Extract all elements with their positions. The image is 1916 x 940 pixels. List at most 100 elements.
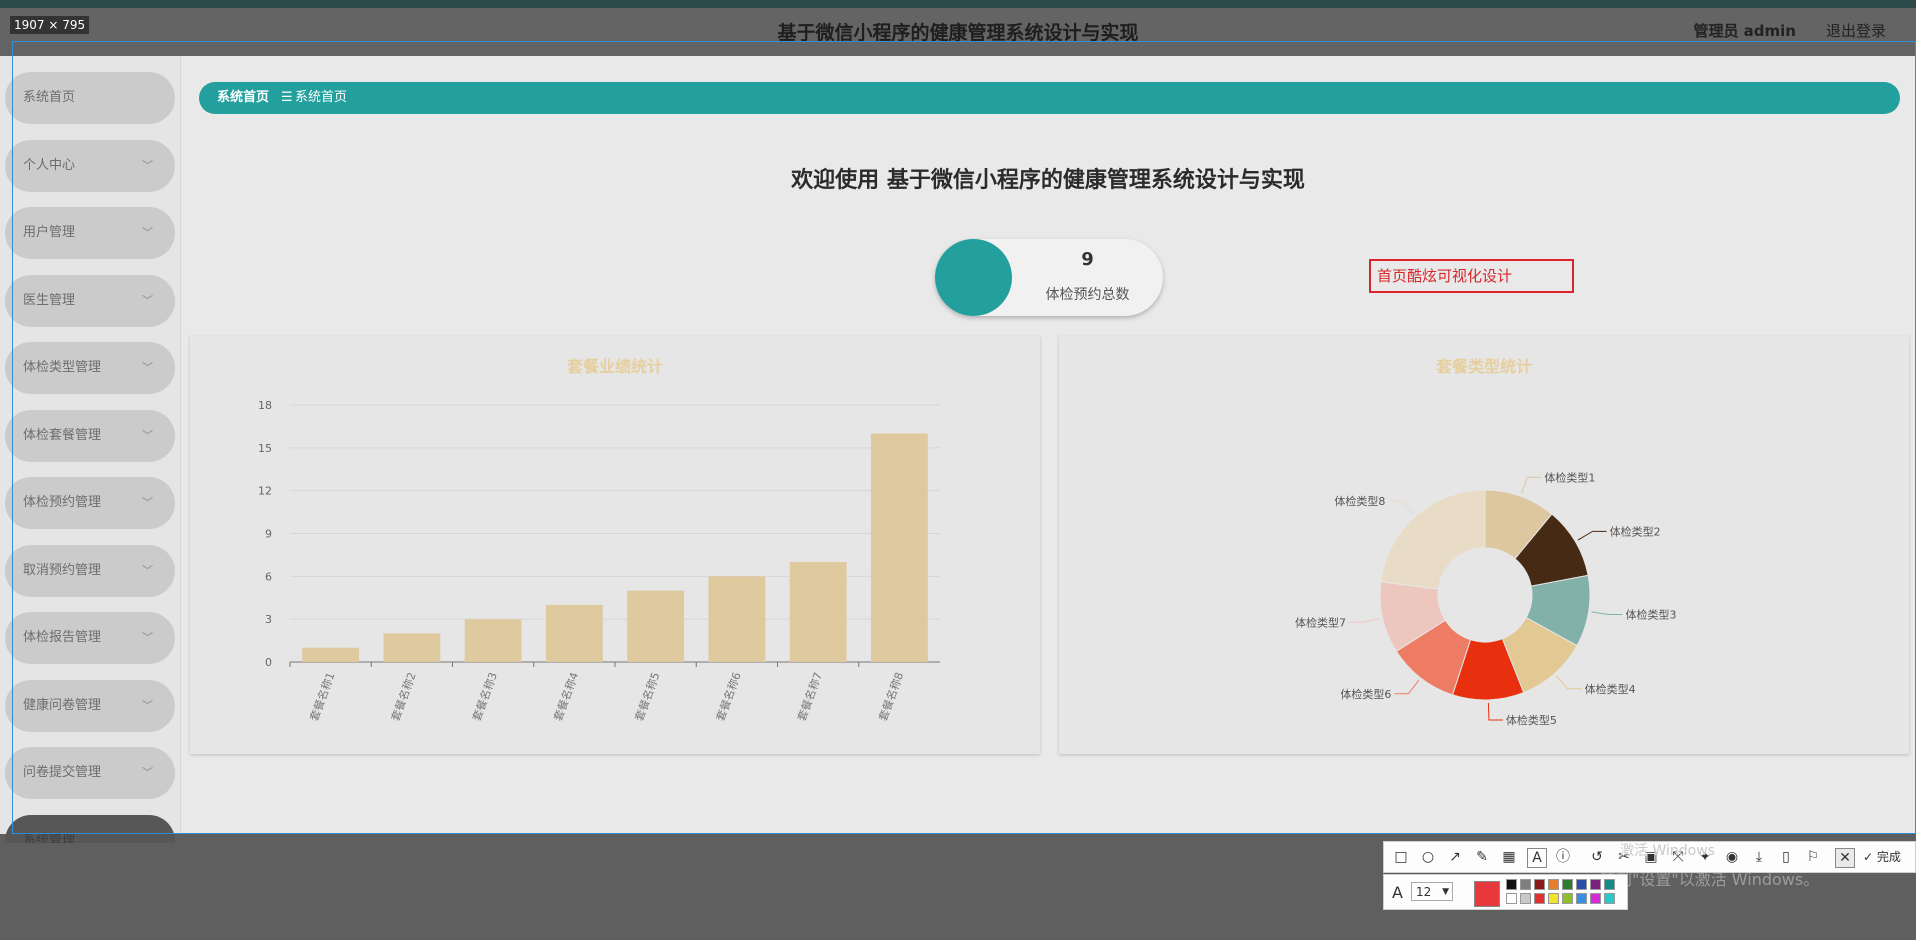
- palette-swatch[interactable]: [1576, 879, 1587, 890]
- palette-swatch[interactable]: [1562, 879, 1573, 890]
- x-tick-label: 套餐名称4: [551, 670, 582, 723]
- save-icon[interactable]: ⤓: [1750, 848, 1768, 866]
- pie-chart: 体检类型1 体检类型2 体检类型3 体检类型4 体检类型5 体检类型6 体检类型7 体检类型8: [1295, 470, 1676, 727]
- bar-2: [383, 633, 441, 662]
- x-tick-label: 套餐名称3: [469, 670, 500, 723]
- sidebar-item-2[interactable]: 用户管理 ﹀: [5, 207, 175, 259]
- sidebar-item-3[interactable]: 医生管理 ﹀: [5, 274, 175, 327]
- chevron-down-icon: ﹀: [142, 226, 153, 239]
- y-tick-label: 18: [258, 399, 272, 412]
- y-tick-label: 15: [258, 442, 272, 455]
- font-size-select[interactable]: 12 ▼: [1411, 882, 1453, 901]
- text-options-toolbar: A 12 ▼: [1383, 874, 1628, 910]
- sidebar-item-6[interactable]: 体检预约管理 ﹀: [5, 477, 175, 529]
- font-icon: A: [1392, 883, 1403, 902]
- annotation-box: 首页酷炫可视化设计: [1369, 259, 1574, 293]
- breadcrumb-home[interactable]: 系统首页: [217, 82, 269, 114]
- y-tick-label: 3: [265, 613, 272, 626]
- x-tick-label: 套餐名称5: [632, 670, 663, 723]
- logout-link[interactable]: 退出登录: [1826, 20, 1886, 41]
- palette-swatch[interactable]: [1520, 879, 1531, 890]
- chevron-down-icon: ▼: [1442, 887, 1449, 897]
- pen-tool-icon[interactable]: ✎: [1473, 848, 1491, 866]
- palette-swatch[interactable]: [1604, 879, 1615, 890]
- sidebar-item-5[interactable]: 体检套餐管理 ﹀: [5, 409, 175, 462]
- palette-swatch[interactable]: [1604, 893, 1615, 904]
- palette-swatch[interactable]: [1548, 893, 1559, 904]
- app-title: 基于微信小程序的健康管理系统设计与实现: [777, 22, 1139, 44]
- rectangle-tool-icon[interactable]: □: [1392, 848, 1410, 866]
- palette-swatch[interactable]: [1590, 893, 1601, 904]
- pie-label-line: [1487, 702, 1503, 721]
- font-size-value: 12: [1416, 885, 1432, 899]
- breadcrumb-current[interactable]: 系统首页: [295, 82, 347, 114]
- pie-slice-8: [1380, 489, 1486, 590]
- bar-7: [789, 562, 847, 662]
- sidebar-item-label: 医生管理: [23, 292, 76, 308]
- sidebar-item-10[interactable]: 问卷提交管理 ﹀: [5, 747, 175, 799]
- undo-icon[interactable]: ↺: [1588, 848, 1606, 866]
- chevron-down-icon: ﹀: [142, 698, 153, 712]
- bar-chart-panel: 套餐业绩统计 0 3 6 9 12 15 18 套餐名称1 套餐名称2 套餐名称3 套餐名称4 套餐名…: [190, 336, 1040, 754]
- phone-icon[interactable]: ▯: [1777, 848, 1795, 866]
- sidebar-item-label: 问卷提交管理: [23, 765, 102, 780]
- palette-swatch[interactable]: [1562, 893, 1573, 904]
- bookmark-icon[interactable]: ⚐: [1804, 848, 1822, 866]
- number-tool-icon[interactable]: ⓘ: [1554, 848, 1572, 866]
- palette-swatch[interactable]: [1534, 879, 1545, 890]
- stat-card: 9 体检预约总数: [935, 239, 1163, 316]
- pie-label-line: [1556, 675, 1582, 690]
- bar-4: [545, 604, 603, 662]
- mosaic-tool-icon[interactable]: ▦: [1500, 848, 1518, 866]
- chevron-down-icon: ﹀: [142, 631, 153, 644]
- close-icon[interactable]: ✕: [1835, 848, 1855, 868]
- sidebar-item-1[interactable]: 个人中心 ﹀: [5, 139, 175, 192]
- pie-label: 体检类型4: [1585, 682, 1636, 696]
- chevron-down-icon: ﹀: [142, 293, 153, 307]
- pie-label-line: [1349, 618, 1380, 623]
- sidebar-item-label: 个人中心: [23, 157, 76, 173]
- current-user: 管理员 admin: [1693, 22, 1796, 40]
- sidebar-item-label: 健康问卷管理: [23, 697, 102, 713]
- pie-chart-panel: 套餐类型统计 体检类型1 体检类型2 体检类型3 体检类型4 体检类型5 体检类型6 体检类…: [1059, 336, 1909, 754]
- palette-swatch[interactable]: [1590, 879, 1601, 890]
- sidebar-item-system: 系统管理: [5, 815, 175, 843]
- chevron-down-icon: ﹀: [142, 158, 153, 172]
- x-tick-label: 套餐名称7: [794, 670, 825, 723]
- done-button[interactable]: ✓ 完成: [1863, 848, 1901, 865]
- text-tool-icon[interactable]: A: [1527, 848, 1547, 868]
- bar-5: [627, 590, 685, 662]
- selected-color-swatch[interactable]: [1474, 881, 1500, 907]
- pie-label-line: [1591, 611, 1623, 616]
- palette-swatch[interactable]: [1576, 893, 1587, 904]
- palette-swatch[interactable]: [1520, 893, 1531, 904]
- palette-swatch[interactable]: [1548, 879, 1559, 890]
- done-label: 完成: [1876, 850, 1901, 864]
- bar-1: [302, 647, 360, 662]
- arrow-tool-icon[interactable]: ↗: [1446, 848, 1464, 866]
- pie-label: 体检类型5: [1506, 713, 1557, 727]
- palette-swatch[interactable]: [1506, 879, 1517, 890]
- breadcrumb-separator-icon: ☰: [281, 90, 293, 105]
- sidebar-item-4[interactable]: 体检类型管理 ﹀: [5, 342, 175, 394]
- y-tick-label: 6: [265, 570, 272, 583]
- top-header: 基于微信小程序的健康管理系统设计与实现 管理员 admin 退出登录: [0, 0, 1916, 56]
- sidebar-item-label: 用户管理: [23, 225, 76, 240]
- page-content: 系统首页个人中心 ﹀ 用户管理 ﹀ 医生管理 ﹀ 体检类型管理 ﹀ 体检套餐管理 ﹀ 体检预约管理 ﹀…: [0, 56, 1916, 834]
- x-tick-label: 套餐名称2: [388, 670, 419, 723]
- sidebar-item-8[interactable]: 体检报告管理 ﹀: [5, 612, 175, 664]
- activation-watermark-title: 激活 Windows: [1620, 843, 1715, 859]
- ellipse-tool-icon[interactable]: ○: [1419, 848, 1437, 866]
- y-tick-label: 0: [265, 656, 272, 669]
- sidebar-item-9[interactable]: 健康问卷管理 ﹀: [5, 679, 175, 732]
- palette-swatch[interactable]: [1506, 893, 1517, 904]
- x-tick-label: 套餐名称8: [876, 670, 907, 723]
- palette-swatch[interactable]: [1534, 893, 1545, 904]
- sidebar-item-label: 系统管理: [23, 833, 76, 843]
- record-icon[interactable]: ◉: [1723, 848, 1741, 866]
- stat-label: 体检预约总数: [1045, 287, 1130, 303]
- bar-6: [708, 576, 766, 662]
- sidebar-item-7[interactable]: 取消预约管理 ﹀: [5, 544, 175, 597]
- bar-3: [464, 619, 522, 662]
- sidebar-item-0[interactable]: 系统首页: [5, 72, 175, 124]
